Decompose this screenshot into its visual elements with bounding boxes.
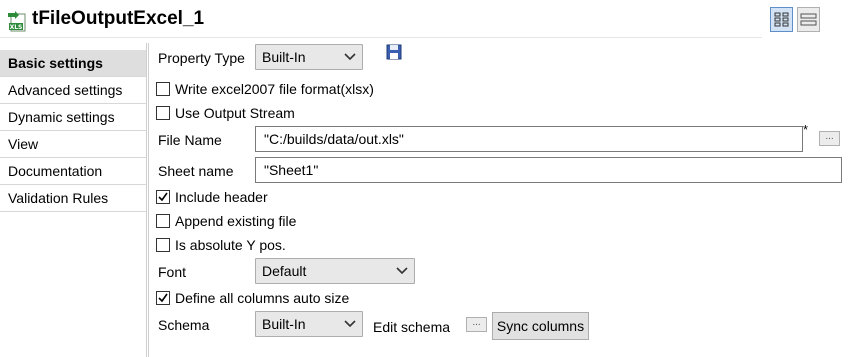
chevron-down-icon <box>344 53 356 61</box>
settings-sidebar: Basic settings Advanced settings Dynamic… <box>0 43 147 357</box>
property-type-select[interactable]: Built-In <box>255 44 363 70</box>
schema-value: Built-In <box>262 316 306 332</box>
sheet-name-input[interactable]: "Sheet1" <box>255 157 842 183</box>
font-label: Font <box>158 264 187 280</box>
checkmark-icon <box>158 293 168 303</box>
grid-view-icon <box>774 12 789 27</box>
write-xlsx-checkbox[interactable] <box>156 82 170 96</box>
edit-schema-label: Edit schema <box>373 319 451 335</box>
font-value: Default <box>262 263 307 279</box>
file-name-value: "C:/builds/data/out.xls" <box>264 131 404 147</box>
tab-advanced-settings[interactable]: Advanced settings <box>0 77 146 104</box>
tab-basic-settings[interactable]: Basic settings <box>0 50 146 77</box>
write-xlsx-label: Write excel2007 file format(xlsx) <box>175 81 374 97</box>
append-existing-label: Append existing file <box>175 213 297 229</box>
save-disk-icon[interactable] <box>386 44 402 60</box>
sheet-name-label: Sheet name <box>158 163 234 179</box>
list-view-icon <box>800 13 817 26</box>
file-name-label: File Name <box>158 132 222 148</box>
sync-columns-button[interactable]: Sync columns <box>492 312 589 340</box>
title-underline <box>0 37 762 38</box>
absolute-y-checkbox[interactable] <box>156 238 170 252</box>
property-type-label: Property Type <box>158 50 245 66</box>
list-view-button[interactable] <box>797 7 820 32</box>
append-existing-checkbox[interactable] <box>156 214 170 228</box>
use-output-stream-label: Use Output Stream <box>175 105 295 121</box>
browse-file-button[interactable]: ... <box>819 131 840 146</box>
chevron-down-icon <box>344 320 356 328</box>
excel-icon-label: XLS <box>10 24 23 31</box>
chevron-down-icon <box>396 267 408 275</box>
component-title: tFileOutputExcel_1 <box>32 8 205 29</box>
font-select[interactable]: Default <box>255 258 415 284</box>
absolute-y-label: Is absolute Y pos. <box>175 237 286 253</box>
auto-size-checkbox[interactable] <box>156 291 170 305</box>
required-marker: * <box>803 122 809 137</box>
include-header-label: Include header <box>175 189 268 205</box>
schema-select[interactable]: Built-In <box>255 311 363 337</box>
tab-documentation[interactable]: Documentation <box>0 158 146 185</box>
edit-schema-button[interactable]: ... <box>466 317 487 332</box>
schema-label: Schema <box>158 317 210 333</box>
sheet-name-value: "Sheet1" <box>264 162 319 178</box>
auto-size-label: Define all columns auto size <box>175 290 350 306</box>
checkmark-icon <box>158 192 168 202</box>
tab-dynamic-settings[interactable]: Dynamic settings <box>0 104 146 131</box>
property-type-value: Built-In <box>262 49 306 65</box>
excel-file-output-icon: XLS <box>6 11 28 33</box>
use-output-stream-checkbox[interactable] <box>156 106 170 120</box>
tab-validation-rules[interactable]: Validation Rules <box>0 185 146 212</box>
include-header-checkbox[interactable] <box>156 190 170 204</box>
file-name-input[interactable]: "C:/builds/data/out.xls" <box>255 126 803 152</box>
tab-view[interactable]: View <box>0 131 146 158</box>
grid-view-button[interactable] <box>770 7 793 32</box>
